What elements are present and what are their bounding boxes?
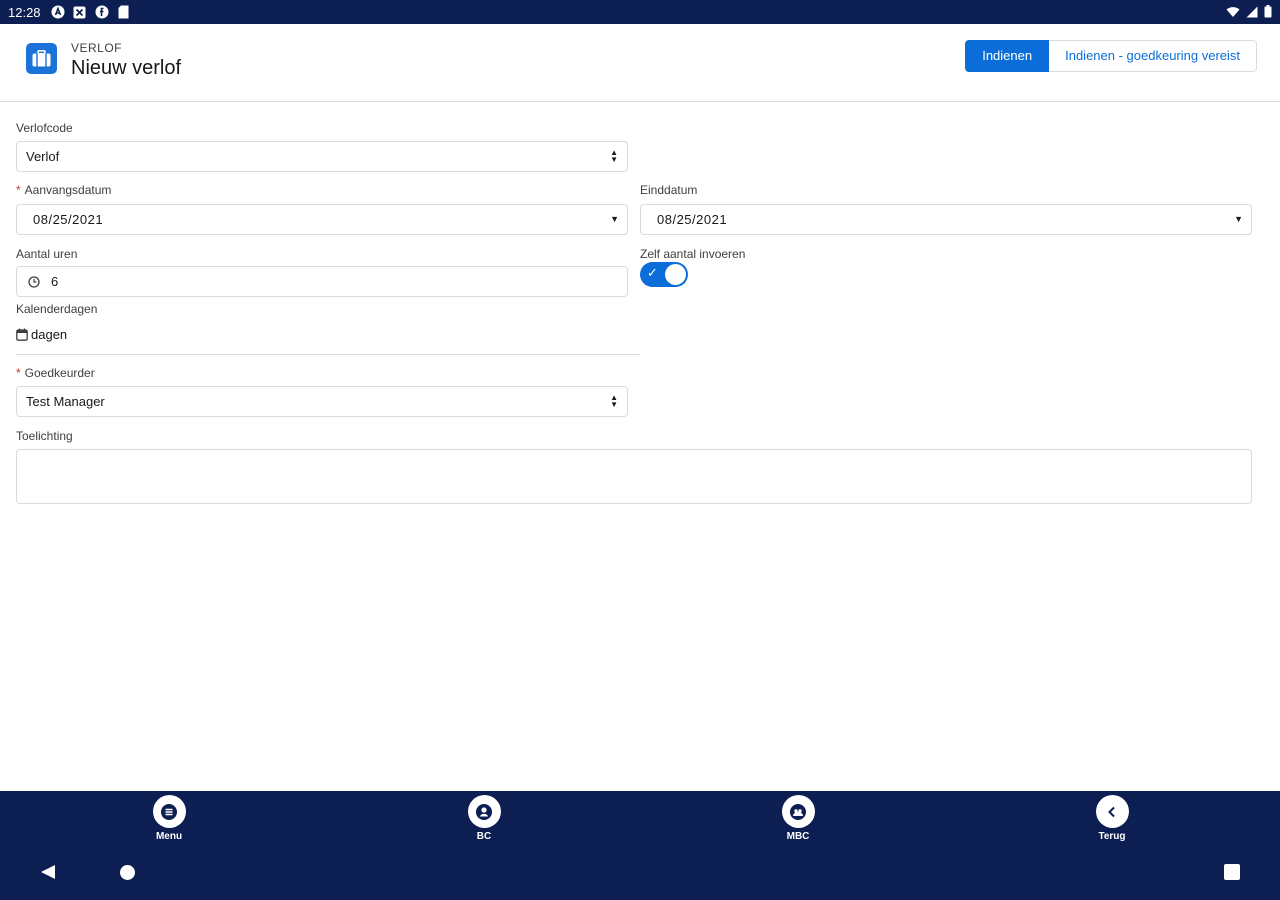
start-date-input[interactable]: 08/25/2021 ▼ [16,204,628,235]
action-button-group: Indienen Indienen - goedkeuring vereist [965,40,1257,72]
nav-bc[interactable]: BC [454,795,514,842]
calendar-days-row: dagen [16,327,67,342]
nav-back-label: Terug [1098,831,1126,842]
sim-card-icon [117,5,131,19]
status-time: 12:28 [8,4,41,20]
manual-entry-toggle[interactable]: ✓ [640,262,688,287]
leave-code-value: Verlof [26,149,60,164]
nav-mbc[interactable]: MBC [768,795,828,842]
required-marker: * [16,183,21,197]
hours-label: Aantal uren [16,247,78,261]
chevron-down-icon: ▼ [1234,214,1243,224]
calendar-days-value: dagen [31,327,68,342]
page-title: Nieuw verlof [71,57,182,79]
nav-menu-label: Menu [155,831,183,842]
calendar-days-label: Kalenderdagen [16,302,98,316]
nav-back[interactable]: Terug [1082,795,1142,842]
leave-code-select[interactable]: Verlof ▲ ▼ [16,141,628,172]
status-bar: 12:28 [0,0,1280,24]
menu-icon [152,795,186,828]
nav-menu[interactable]: Menu [139,795,199,842]
approver-select[interactable]: Test Manager ▲ ▼ [16,386,628,417]
hours-input[interactable]: 6 [16,266,628,297]
battery-icon [1264,5,1272,21]
start-date-label-text: Aanvangsdatum [24,183,112,197]
system-home-icon[interactable] [120,865,135,880]
start-date-label: * Aanvangsdatum [16,183,111,197]
toggle-knob [665,264,686,285]
notification-a-icon [51,5,65,19]
start-date-value: 08/25/2021 [33,212,104,227]
chevron-left-icon [1095,795,1129,828]
end-date-value: 08/25/2021 [657,212,728,227]
hours-value: 6 [51,274,59,289]
end-date-label: Einddatum [640,183,698,197]
notes-textarea[interactable] [16,449,1252,504]
check-icon: ✓ [647,265,658,280]
notification-f-icon [95,5,109,19]
status-indicators [1226,5,1272,21]
submit-button[interactable]: Indienen [965,40,1050,72]
approver-label: * Goedkeurder [16,366,95,380]
notes-label: Toelichting [16,429,73,443]
required-marker: * [16,366,21,380]
object-type-label: VERLOF [71,41,123,55]
system-back-icon[interactable] [40,864,56,885]
approver-label-text: Goedkeurder [24,366,95,380]
calendar-icon [16,328,28,341]
clock-icon [28,275,40,288]
person-icon [467,795,501,828]
briefcase-icon [26,43,57,74]
end-date-input[interactable]: 08/25/2021 ▼ [640,204,1252,235]
group-icon [781,795,815,828]
manual-entry-label: Zelf aantal invoeren [640,247,746,261]
chevron-down-icon: ▼ [610,214,619,224]
page-header: VERLOF Nieuw verlof Indienen Indienen - … [0,24,1280,102]
signal-icon [1246,6,1258,21]
nav-mbc-label: MBC [786,831,810,842]
approver-value: Test Manager [26,394,105,409]
leave-code-label: Verlofcode [16,121,73,135]
bottom-navigation: Menu BC MBC Terug [0,791,1280,900]
select-arrows-icon: ▲ ▼ [610,148,618,164]
system-recents-icon[interactable] [1224,864,1240,880]
nav-bc-label: BC [476,831,492,842]
notification-box-icon [73,5,87,19]
section-divider [16,354,640,355]
select-arrows-icon: ▲ ▼ [610,393,618,409]
wifi-icon [1226,6,1240,21]
submit-approval-button[interactable]: Indienen - goedkeuring vereist [1049,40,1257,72]
